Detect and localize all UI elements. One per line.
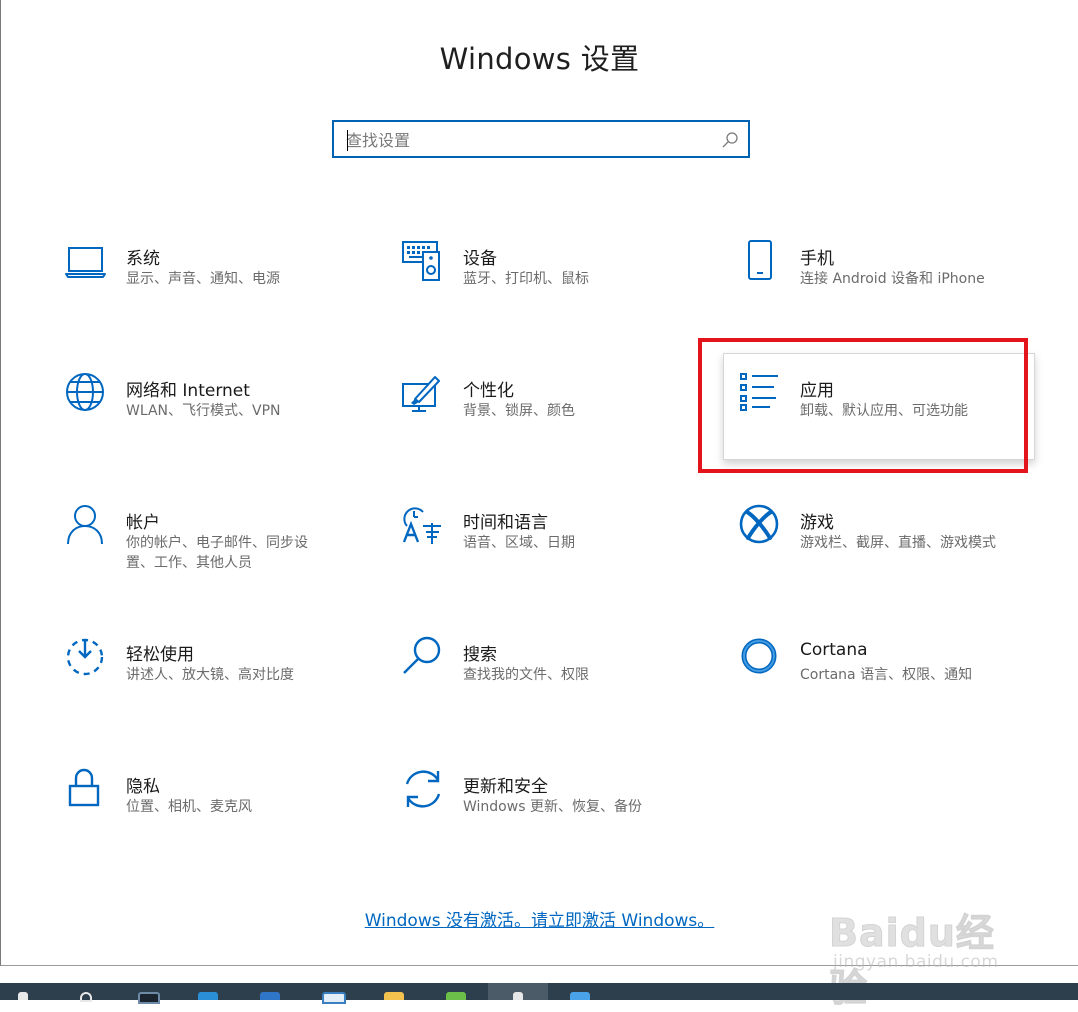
- category-desc: WLAN、飞行模式、VPN: [126, 403, 281, 419]
- taskbar-app-2[interactable]: [178, 983, 238, 1000]
- taskbar-app-6[interactable]: [426, 983, 486, 1000]
- search-input[interactable]: [346, 128, 706, 152]
- category-name: 搜索: [463, 645, 497, 665]
- category-network[interactable]: 网络和 Internet WLAN、飞行模式、VPN: [64, 372, 364, 462]
- category-name: 帐户: [126, 513, 160, 533]
- baidu-watermark: Baidu经验 jingyan.baidu.com: [827, 900, 1027, 1011]
- category-name: 个性化: [463, 381, 514, 401]
- category-search[interactable]: 搜索 查找我的文件、权限: [401, 636, 701, 726]
- category-name: 时间和语言: [463, 513, 548, 533]
- taskbar-app-4[interactable]: [302, 983, 362, 1004]
- category-accounts[interactable]: 帐户 你的帐户、电子邮件、同步设置、工作、其他人员: [64, 504, 364, 594]
- globe-icon: [64, 372, 108, 416]
- category-desc: 连接 Android 设备和 iPhone: [800, 271, 985, 287]
- phone-icon: [738, 240, 782, 284]
- update-sync-icon: [401, 768, 445, 812]
- category-name: Cortana: [800, 640, 868, 660]
- category-name: 隐私: [126, 777, 160, 797]
- category-desc: Cortana 语言、权限、通知: [800, 667, 973, 683]
- category-time-language[interactable]: 时间和语言 语音、区域、日期: [401, 504, 701, 594]
- category-personalization[interactable]: 个性化 背景、锁屏、颜色: [401, 372, 701, 462]
- personalization-icon: [401, 372, 445, 416]
- category-cortana[interactable]: Cortana Cortana 语言、权限、通知: [738, 636, 1038, 726]
- category-name: 设备: [463, 249, 497, 269]
- ease-of-access-icon: [64, 636, 108, 680]
- category-desc: Windows 更新、恢复、备份: [463, 799, 642, 815]
- settings-window: Windows 设置 系统 显示、声音、通知、电源: [0, 0, 1078, 1011]
- taskbar-search-button[interactable]: [60, 983, 120, 1002]
- category-ease-of-access[interactable]: 轻松使用 讲述人、放大镜、高对比度: [64, 636, 364, 726]
- category-devices[interactable]: 设备 蓝牙、打印机、鼠标: [401, 240, 701, 330]
- taskbar-file-explorer[interactable]: [364, 983, 424, 1000]
- category-desc: 显示、声音、通知、电源: [126, 271, 280, 287]
- highlight-box: [698, 338, 1028, 473]
- taskbar-app-8[interactable]: [550, 983, 610, 1000]
- search-icon[interactable]: [720, 130, 740, 150]
- cortana-ring-icon: [738, 636, 782, 680]
- person-icon: [64, 504, 108, 548]
- category-phone[interactable]: 手机 连接 Android 设备和 iPhone: [738, 240, 1038, 330]
- laptop-icon: [64, 240, 108, 284]
- category-desc: 蓝牙、打印机、鼠标: [463, 271, 589, 287]
- category-desc: 查找我的文件、权限: [463, 667, 589, 683]
- taskbar: [0, 983, 1078, 1004]
- category-desc: 背景、锁屏、颜色: [463, 403, 575, 419]
- category-desc: 游戏栏、截屏、直播、游戏模式: [800, 535, 996, 551]
- xbox-icon: [738, 504, 782, 548]
- category-name: 网络和 Internet: [126, 381, 250, 401]
- category-name: 手机: [800, 249, 834, 269]
- taskbar-start-button[interactable]: [0, 983, 60, 1000]
- devices-icon: [401, 240, 445, 284]
- category-desc: 你的帐户、电子邮件、同步设置、工作、其他人员: [126, 535, 308, 571]
- category-desc: 位置、相机、麦克风: [126, 799, 252, 815]
- category-privacy[interactable]: 隐私 位置、相机、麦克风: [64, 768, 364, 858]
- watermark-url: jingyan.baidu.com: [833, 952, 999, 972]
- category-gaming[interactable]: 游戏 游戏栏、截屏、直播、游戏模式: [738, 504, 1038, 594]
- category-system[interactable]: 系统 显示、声音、通知、电源: [64, 240, 364, 330]
- category-desc: 讲述人、放大镜、高对比度: [126, 667, 294, 683]
- category-desc: 语音、区域、日期: [463, 535, 575, 551]
- search-box[interactable]: [332, 120, 750, 158]
- taskbar-settings[interactable]: [488, 983, 548, 1000]
- lock-icon: [64, 768, 108, 812]
- search-magnifier-icon: [401, 636, 445, 680]
- category-name: 游戏: [800, 513, 834, 533]
- time-language-icon: [401, 504, 445, 548]
- category-name: 轻松使用: [126, 645, 194, 665]
- taskbar-app-1[interactable]: [118, 983, 178, 1004]
- text-caret: [347, 130, 348, 151]
- taskbar-app-3[interactable]: [240, 983, 300, 1000]
- category-name: 更新和安全: [463, 777, 548, 797]
- category-update-security[interactable]: 更新和安全 Windows 更新、恢复、备份: [401, 768, 701, 858]
- page-title: Windows 设置: [439, 42, 640, 76]
- category-name: 系统: [126, 249, 160, 269]
